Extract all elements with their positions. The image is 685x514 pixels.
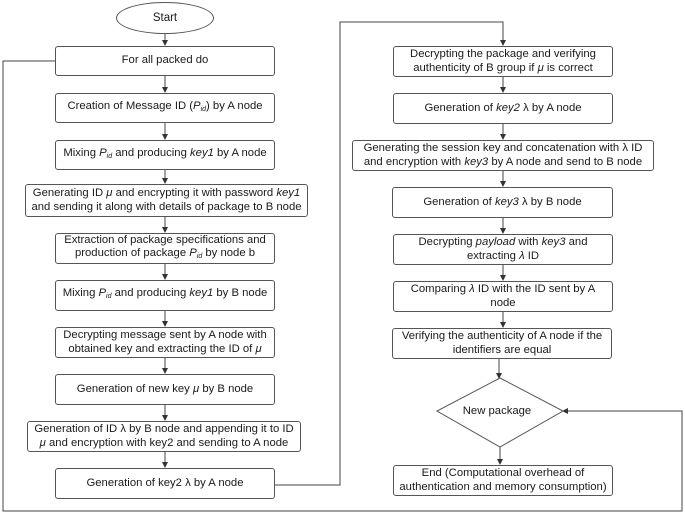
step-new-key-mu: Generation of new key μ by B node bbox=[55, 374, 275, 405]
step-text: Mixing Pid and producing key1 by A node bbox=[63, 146, 267, 160]
end-terminal: End (Computational overhead of authentica… bbox=[393, 465, 613, 496]
step-mixing-pid-a: Mixing Pid and producing key1 by A node bbox=[55, 140, 275, 170]
step-text: Decrypting payload with key3 and extracti… bbox=[418, 236, 588, 262]
step-comparing-lambda-id: Comparing λ ID with the ID sent by Anode bbox=[393, 281, 613, 312]
start-terminal: Start bbox=[116, 2, 214, 34]
start-label: Start bbox=[152, 12, 178, 24]
step-text: Generation of new key μ by B node bbox=[76, 382, 254, 395]
step-decrypting-payload: Decrypting payload with key3 and extracti… bbox=[393, 234, 613, 265]
step-key3-lambda-b: Generation of key3 λ by B node bbox=[392, 187, 613, 218]
step-extraction-package: Extraction of package specifications and… bbox=[55, 233, 275, 264]
step-text: For all packed do bbox=[121, 54, 209, 67]
decision-new-package: New package bbox=[432, 398, 562, 424]
step-text: Generation of key2 λ by A node bbox=[86, 476, 244, 489]
step-text: Creation of Message ID (Pid) by A node bbox=[67, 99, 263, 113]
step-text: Generation of ID λ by B node and appendi… bbox=[34, 423, 294, 449]
decision-label: New package bbox=[462, 405, 532, 417]
step-mixing-pid-b: Mixing Pid and producing key1 by B node bbox=[55, 280, 275, 311]
step-key2-lambda-a-right: Generation of key2 λ by A node bbox=[393, 93, 613, 124]
step-text: Comparing λ ID with the ID sent by Anode bbox=[410, 283, 596, 309]
step-text: Generating ID μ and encrypting it with p… bbox=[31, 187, 302, 213]
step-session-key: Generating the session key and concatena… bbox=[352, 140, 654, 171]
step-text: End (Computational overhead of authentica… bbox=[399, 467, 607, 493]
step-verifying-authenticity: Verifying the authenticity of A node if … bbox=[392, 328, 612, 359]
step-decrypting-package-verify: Decrypting the package and verifying auth… bbox=[393, 46, 613, 77]
step-text: Decrypting the package and verifying auth… bbox=[410, 48, 596, 74]
step-for-all-packed: For all packed do bbox=[55, 46, 275, 76]
step-key2-lambda-a: Generation of key2 λ by A node bbox=[55, 468, 275, 499]
step-text: Generation of key3 λ by B node bbox=[423, 195, 582, 208]
step-text: Verifying the authenticity of A node if … bbox=[401, 330, 603, 356]
step-text: Decrypting message sent by A node with ob… bbox=[63, 329, 267, 355]
step-text: Mixing Pid and producing key1 by B node bbox=[62, 287, 268, 301]
step-text: Generating the session key and concatena… bbox=[363, 142, 643, 168]
step-text: Extraction of package specifications and… bbox=[64, 233, 266, 261]
step-generation-id-lambda: Generation of ID λ by B node and appendi… bbox=[27, 421, 301, 452]
step-decrypting-message: Decrypting message sent by A node with ob… bbox=[55, 327, 275, 358]
step-generating-id-mu: Generating ID μ and encrypting it with p… bbox=[25, 184, 308, 217]
step-create-message-id: Creation of Message ID (Pid) by A node bbox=[55, 93, 275, 123]
step-text: Generation of key2 λ by A node bbox=[424, 101, 582, 114]
